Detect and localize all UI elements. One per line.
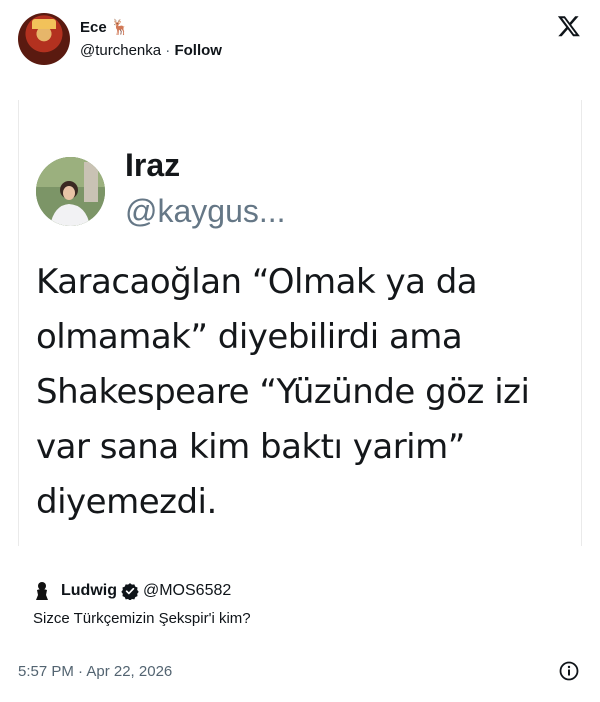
author-avatar[interactable] xyxy=(18,13,70,65)
quoted-handle: @kaygus... xyxy=(125,193,286,229)
tweet-text: Sizce Türkçemizin Şekspir'i kim? xyxy=(33,610,251,627)
tweet-header: Ece 🦌 @turchenka · Follow xyxy=(0,0,600,80)
source-name[interactable]: Ludwig xyxy=(61,582,117,600)
bust-icon xyxy=(36,582,48,600)
source-handle[interactable]: @MOS6582 xyxy=(143,582,231,600)
person-photo-icon xyxy=(36,157,105,226)
separator-dot: · xyxy=(165,42,171,59)
author-name[interactable]: Ece 🦌 xyxy=(80,18,130,36)
x-logo-icon[interactable] xyxy=(557,14,581,38)
quoted-avatar xyxy=(36,157,105,226)
source-attribution[interactable]: Ludwig @MOS6582 xyxy=(33,580,231,602)
quoted-text: Karacaoğlan “Olmak ya da olmamak” diyebi… xyxy=(36,262,530,522)
follow-button[interactable]: Follow xyxy=(174,42,222,59)
quoted-tweet-image[interactable]: Iraz @kaygus... Karacaoğlan “Olmak ya da… xyxy=(18,100,582,546)
author-handle[interactable]: @turchenka xyxy=(80,42,161,59)
quoted-name: Iraz xyxy=(125,147,181,183)
info-icon[interactable] xyxy=(559,661,579,681)
author-handle-row: @turchenka · Follow xyxy=(80,42,222,59)
verified-badge-icon xyxy=(121,583,139,600)
timestamp[interactable]: 5:57 PM · Apr 22, 2026 xyxy=(18,663,172,680)
